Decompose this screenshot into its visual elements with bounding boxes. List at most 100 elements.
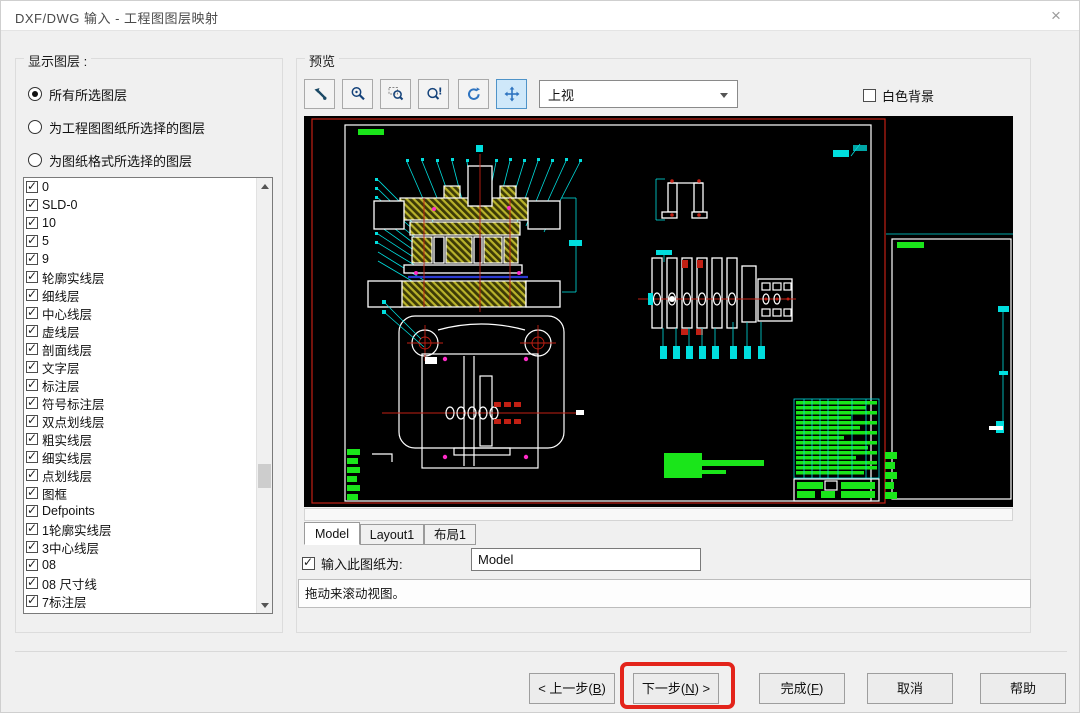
layer-list-item[interactable]: 3中心线层 <box>24 538 257 556</box>
layer-list[interactable]: 0 SLD-0 10 5 9 <box>23 177 273 614</box>
view-select[interactable]: 上视 <box>539 80 738 108</box>
layer-filter-radio[interactable]: 所有所选图层 <box>28 84 282 104</box>
layer-list-item[interactable]: 0 <box>24 178 257 196</box>
layer-checkbox[interactable] <box>26 451 38 463</box>
layer-list-item[interactable]: 图框 <box>24 484 257 502</box>
layer-checkbox[interactable] <box>26 595 38 607</box>
pan-icon <box>503 85 521 103</box>
layer-checkbox[interactable] <box>26 415 38 427</box>
next-button[interactable]: 下一步(N) > <box>633 673 719 704</box>
cad-preview-viewport[interactable] <box>304 116 1013 507</box>
layer-list-item[interactable]: 5 <box>24 232 257 250</box>
view-select-value: 上视 <box>548 85 574 104</box>
rotate-view-button[interactable] <box>458 79 489 109</box>
sheet-tab[interactable]: Layout1 <box>360 524 424 545</box>
layer-checkbox[interactable] <box>26 343 38 355</box>
import-sheet-checkbox[interactable] <box>302 557 315 570</box>
select-icon <box>311 85 329 103</box>
layer-list-item[interactable]: SLD-0 <box>24 196 257 214</box>
layer-checkbox[interactable] <box>26 361 38 373</box>
import-sheet-label: 输入此图纸为: <box>321 554 403 573</box>
layer-rows: 0 SLD-0 10 5 9 <box>24 178 257 610</box>
layer-list-item[interactable]: 粗实线层 <box>24 430 257 448</box>
svg-text:!: ! <box>438 87 443 98</box>
layer-checkbox[interactable] <box>26 307 38 319</box>
layer-list-item[interactable]: 9 <box>24 250 257 268</box>
layer-list-item[interactable]: 标注层 <box>24 376 257 394</box>
zoom-fit-icon: ! <box>425 85 443 103</box>
sheet-tab[interactable]: 布局1 <box>424 524 476 545</box>
layer-list-item[interactable]: 中心线层 <box>24 304 257 322</box>
layer-checkbox[interactable] <box>26 469 38 481</box>
rotate-view-icon <box>465 85 483 103</box>
cad-drawing <box>304 116 1013 507</box>
scroll-up-icon[interactable] <box>257 178 273 194</box>
radio-icon[interactable] <box>28 153 42 167</box>
layer-checkbox[interactable] <box>26 433 38 445</box>
layer-list-item[interactable]: 7标注层 <box>24 592 257 610</box>
layer-checkbox[interactable] <box>26 487 38 499</box>
layer-checkbox[interactable] <box>26 325 38 337</box>
layer-checkbox[interactable] <box>26 235 38 247</box>
layer-list-item[interactable]: Defpoints <box>24 502 257 520</box>
cancel-button[interactable]: 取消 <box>867 673 953 704</box>
layer-list-item[interactable]: 点划线层 <box>24 466 257 484</box>
layer-list-scrollbar[interactable] <box>256 178 272 613</box>
sheet-name-input[interactable] <box>471 548 701 571</box>
layer-list-item[interactable]: 双点划线层 <box>24 412 257 430</box>
layer-checkbox[interactable] <box>26 541 38 553</box>
layer-list-item[interactable]: 文字层 <box>24 358 257 376</box>
footer-divider <box>15 651 1067 652</box>
layer-checkbox[interactable] <box>26 505 38 517</box>
layer-checkbox[interactable] <box>26 577 38 589</box>
zoom-area-button[interactable] <box>380 79 411 109</box>
select-button[interactable] <box>304 79 335 109</box>
zoom-fit-button[interactable]: ! <box>418 79 449 109</box>
layer-list-item[interactable]: 1轮廓实线层 <box>24 520 257 538</box>
layer-checkbox[interactable] <box>26 379 38 391</box>
display-layers-label: 显示图层 : <box>24 51 91 70</box>
close-icon[interactable]: × <box>1045 6 1067 26</box>
radio-group: 所有所选图层 为工程图图纸所选择的图层 为图纸格式所选择的图层 <box>16 71 282 183</box>
layer-checkbox[interactable] <box>26 199 38 211</box>
layer-checkbox[interactable] <box>26 217 38 229</box>
zoom-icon <box>349 85 367 103</box>
layer-list-item[interactable]: 剖面线层 <box>24 340 257 358</box>
layer-list-item[interactable]: 08 尺寸线 <box>24 574 257 592</box>
finish-button[interactable]: 完成(F) <box>759 673 845 704</box>
layer-checkbox[interactable] <box>26 523 38 535</box>
layer-checkbox[interactable] <box>26 289 38 301</box>
white-background-checkbox[interactable]: 白色背景 <box>863 86 934 105</box>
zoom-button[interactable] <box>342 79 373 109</box>
layer-list-item[interactable]: 细线层 <box>24 286 257 304</box>
layer-checkbox[interactable] <box>26 559 38 571</box>
status-bar: 拖动来滚动视图。 <box>298 579 1031 608</box>
chevron-down-icon <box>720 93 728 98</box>
layer-list-item[interactable]: 符号标注层 <box>24 394 257 412</box>
help-button[interactable]: 帮助 <box>980 673 1066 704</box>
dialog-title: DXF/DWG 输入 - 工程图图层映射 <box>15 8 219 27</box>
layer-list-item[interactable]: 虚线层 <box>24 322 257 340</box>
layer-checkbox[interactable] <box>26 271 38 283</box>
checkbox-icon[interactable] <box>863 89 876 102</box>
preview-hscrollbar[interactable] <box>304 508 1013 521</box>
dxf-dwg-import-dialog: DXF/DWG 输入 - 工程图图层映射 × 显示图层 : 所有所选图层 为工程… <box>0 0 1080 713</box>
back-button[interactable]: < 上一步(B) <box>529 673 615 704</box>
layer-list-item[interactable]: 细实线层 <box>24 448 257 466</box>
layer-list-item[interactable]: 轮廓实线层 <box>24 268 257 286</box>
scroll-down-icon[interactable] <box>257 597 273 613</box>
layer-checkbox[interactable] <box>26 181 38 193</box>
pan-button[interactable] <box>496 79 527 109</box>
layer-filter-radio[interactable]: 为图纸格式所选择的图层 <box>28 150 282 170</box>
sheet-tab[interactable]: Model <box>304 522 360 545</box>
zoom-area-icon <box>387 85 405 103</box>
layer-list-item[interactable]: 08 <box>24 556 257 574</box>
layer-checkbox[interactable] <box>26 397 38 409</box>
layer-filter-radio[interactable]: 为工程图图纸所选择的图层 <box>28 117 282 137</box>
layer-checkbox[interactable] <box>26 253 38 265</box>
scrollbar-thumb[interactable] <box>258 464 271 488</box>
layer-list-item[interactable]: 10 <box>24 214 257 232</box>
radio-icon[interactable] <box>28 87 42 101</box>
preview-label: 预览 <box>305 51 339 70</box>
radio-icon[interactable] <box>28 120 42 134</box>
